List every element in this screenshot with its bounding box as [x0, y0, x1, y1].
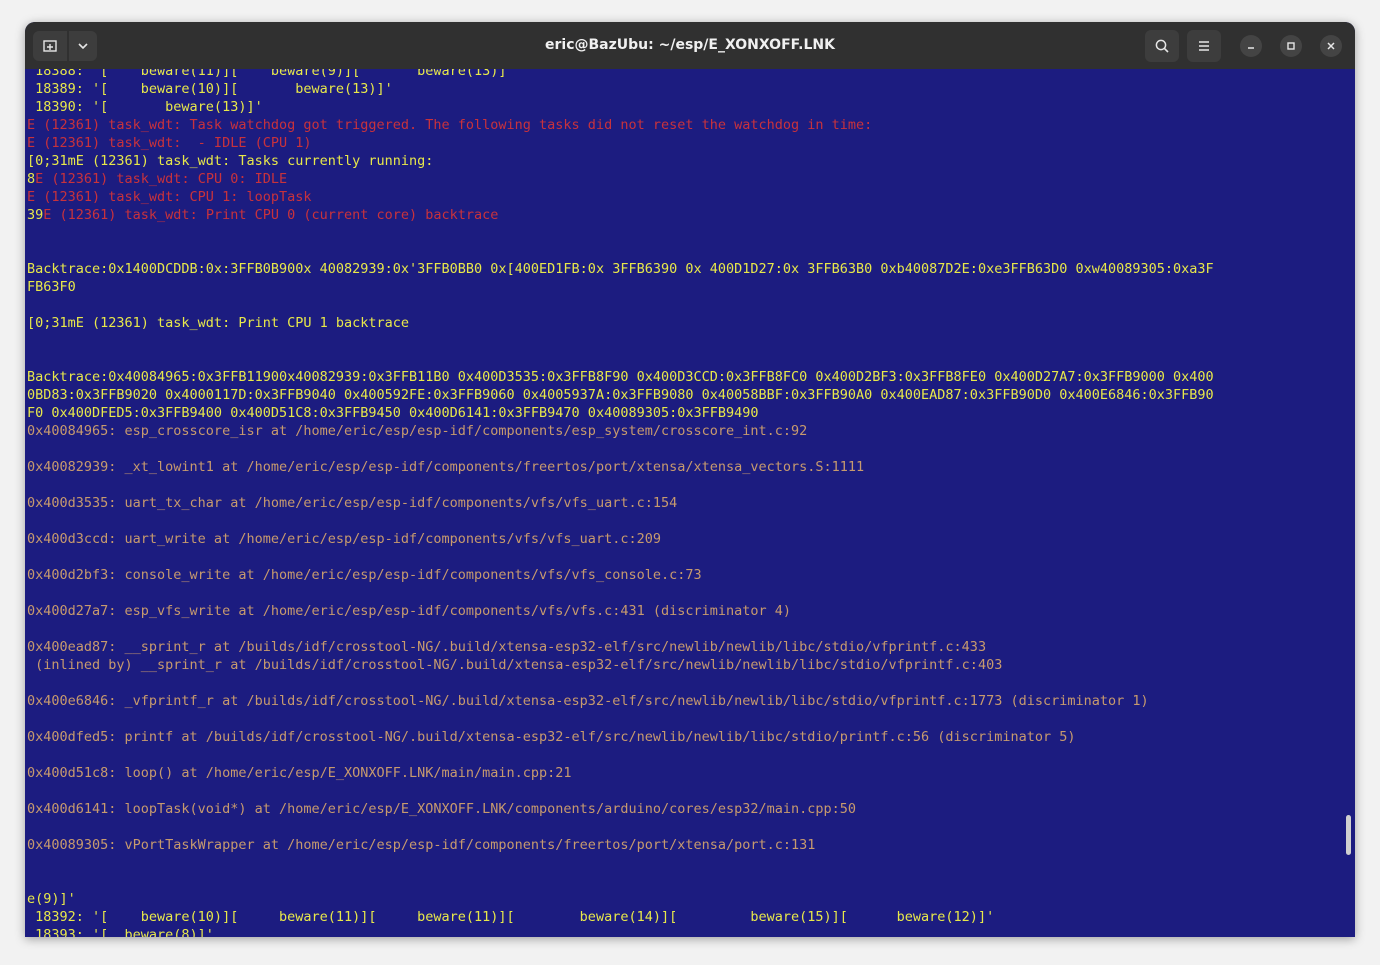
terminal-window: eric@BazUbu: ~/esp/E_XONXOFF.LNK 18388: … — [25, 22, 1355, 937]
terminal-line: 18390: '[ beware(13)]' — [27, 98, 263, 116]
terminal-line: 0x400dfed5: printf at /builds/idf/crosst… — [27, 728, 1075, 746]
terminal-text: [0;31mE (12361) task_wdt: Print CPU 1 ba… — [27, 315, 410, 331]
terminal-text: 0x40089305: vPortTaskWrapper at /home/er… — [27, 837, 816, 853]
terminal-text: e(9)]' — [27, 891, 76, 907]
terminal-text: 0x400ead87: __sprint_r at /builds/idf/cr… — [27, 639, 987, 655]
terminal-line: 0x400d3ccd: uart_write at /home/eric/esp… — [27, 530, 661, 548]
terminal-line: 0x40084965: esp_crosscore_isr at /home/e… — [27, 422, 807, 440]
terminal-text: 0x400dfed5: printf at /builds/idf/crosst… — [27, 729, 1076, 745]
terminal-line: 18388: '[ beware(11)][ beware(9)][ bewar… — [27, 69, 515, 80]
terminal-line: 0x40089305: vPortTaskWrapper at /home/er… — [27, 836, 815, 854]
terminal-line: E (12361) task_wdt: CPU 1: loopTask — [27, 188, 311, 206]
minimize-button[interactable] — [1240, 35, 1262, 57]
search-button[interactable] — [1145, 30, 1179, 62]
terminal-text: 0x40084965: esp_crosscore_isr at /home/e… — [27, 423, 808, 439]
terminal-text: 18392: '[ beware(10)][ beware(11)][ bewa… — [27, 909, 995, 925]
terminal-line: 0BD83:0x3FFB9020 0x4000117D:0x3FFB9040 0… — [27, 386, 1214, 404]
terminal-line: 0x400ead87: __sprint_r at /builds/idf/cr… — [27, 638, 986, 656]
maximize-icon — [1287, 42, 1295, 50]
terminal-line: 0x400d3535: uart_tx_char at /home/eric/e… — [27, 494, 677, 512]
terminal-text: 0x40082939: _xt_lowint1 at /home/eric/es… — [27, 459, 865, 475]
hamburger-menu-icon — [1199, 41, 1209, 51]
terminal-text: 0x400d2bf3: console_write at /home/eric/… — [27, 567, 702, 583]
terminal-line: [0;31mE (12361) task_wdt: Tasks currentl… — [27, 152, 433, 170]
terminal-line: [0;31mE (12361) task_wdt: Print CPU 1 ba… — [27, 314, 409, 332]
terminal-text: Backtrace:0x1400DCDDB:0x:3FFB0B900x 4008… — [27, 261, 1214, 277]
terminal-line: F0 0x400DFED5:0x3FFB9400 0x400D51C8:0x3F… — [27, 404, 759, 422]
close-icon — [1327, 42, 1335, 50]
terminal-text: FB63F0 — [27, 279, 76, 295]
terminal-line: 0x400d51c8: loop() at /home/eric/esp/E_X… — [27, 764, 572, 782]
terminal-text: Backtrace:0x40084965:0x3FFB11900x4008293… — [27, 369, 1214, 385]
title-bar: eric@BazUbu: ~/esp/E_XONXOFF.LNK — [25, 22, 1355, 69]
terminal-line: Backtrace:0x1400DCDDB:0x:3FFB0B900x 4008… — [27, 260, 1214, 278]
maximize-button[interactable] — [1280, 35, 1302, 57]
terminal-text: 8 — [27, 171, 36, 187]
terminal-line: 0x400d6141: loopTask(void*) at /home/eri… — [27, 800, 856, 818]
terminal-text: E (12361) task_wdt: Print CPU 0 (current… — [43, 207, 499, 223]
close-button[interactable] — [1320, 35, 1342, 57]
terminal-text: 0x400d6141: loopTask(void*) at /home/eri… — [27, 801, 857, 817]
terminal-line: 39E (12361) task_wdt: Print CPU 0 (curre… — [27, 206, 498, 224]
search-icon — [1155, 39, 1169, 53]
terminal-text: 18393: '[ beware(8)]' — [27, 927, 214, 937]
terminal-line: 0x400e6846: _vfprintf_r at /builds/idf/c… — [27, 692, 1149, 710]
terminal-line: (inlined by) __sprint_r at /builds/idf/c… — [27, 656, 1002, 674]
terminal-output[interactable]: 18388: '[ beware(11)][ beware(9)][ bewar… — [27, 69, 1341, 937]
terminal-text: 18388: '[ beware(11)][ beware(9)][ bewar… — [27, 69, 515, 79]
terminal-text: 0x400e6846: _vfprintf_r at /builds/idf/c… — [27, 693, 1149, 709]
terminal-line: E (12361) task_wdt: Task watchdog got tr… — [27, 116, 872, 134]
terminal-text: 18389: '[ beware(10)][ beware(13)]' — [27, 81, 393, 97]
terminal-line: 8E (12361) task_wdt: CPU 0: IDLE — [27, 170, 287, 188]
terminal-text: E (12361) task_wdt: CPU 1: loopTask — [27, 189, 312, 205]
terminal-line: E (12361) task_wdt: - IDLE (CPU 1) — [27, 134, 311, 152]
terminal-text: 18390: '[ beware(13)]' — [27, 99, 263, 115]
terminal-text: [0;31mE (12361) task_wdt: Tasks currentl… — [27, 153, 434, 169]
scrollbar-thumb[interactable] — [1346, 815, 1351, 855]
terminal-text: 0x400d27a7: esp_vfs_write at /home/eric/… — [27, 603, 792, 619]
terminal-line: e(9)]' — [27, 890, 76, 908]
terminal-line: 18393: '[ beware(8)]' — [27, 926, 214, 937]
terminal-text: E (12361) task_wdt: - IDLE (CPU 1) — [27, 135, 312, 151]
minimize-icon — [1248, 47, 1254, 49]
terminal-text: F0 0x400DFED5:0x3FFB9400 0x400D51C8:0x3F… — [27, 405, 759, 421]
terminal-text: 0x400d51c8: loop() at /home/eric/esp/E_X… — [27, 765, 572, 781]
terminal-line: FB63F0 — [27, 278, 76, 296]
terminal-text: 0BD83:0x3FFB9020 0x4000117D:0x3FFB9040 0… — [27, 387, 1214, 403]
terminal-line: Backtrace:0x40084965:0x3FFB11900x4008293… — [27, 368, 1214, 386]
terminal-line: 18389: '[ beware(10)][ beware(13)]' — [27, 80, 393, 98]
terminal-line: 18392: '[ beware(10)][ beware(11)][ bewa… — [27, 908, 994, 926]
menu-button[interactable] — [1187, 30, 1221, 62]
terminal-line: 0x40082939: _xt_lowint1 at /home/eric/es… — [27, 458, 864, 476]
terminal-text: 0x400d3ccd: uart_write at /home/eric/esp… — [27, 531, 661, 547]
terminal-text: (inlined by) __sprint_r at /builds/idf/c… — [27, 657, 1003, 673]
terminal-text: 0x400d3535: uart_tx_char at /home/eric/e… — [27, 495, 678, 511]
terminal-text: 39 — [27, 207, 44, 223]
terminal-line: 0x400d2bf3: console_write at /home/eric/… — [27, 566, 702, 584]
terminal-text: E (12361) task_wdt: Task watchdog got tr… — [27, 117, 873, 133]
terminal-text: E (12361) task_wdt: CPU 0: IDLE — [35, 171, 288, 187]
terminal-line: 0x400d27a7: esp_vfs_write at /home/eric/… — [27, 602, 791, 620]
